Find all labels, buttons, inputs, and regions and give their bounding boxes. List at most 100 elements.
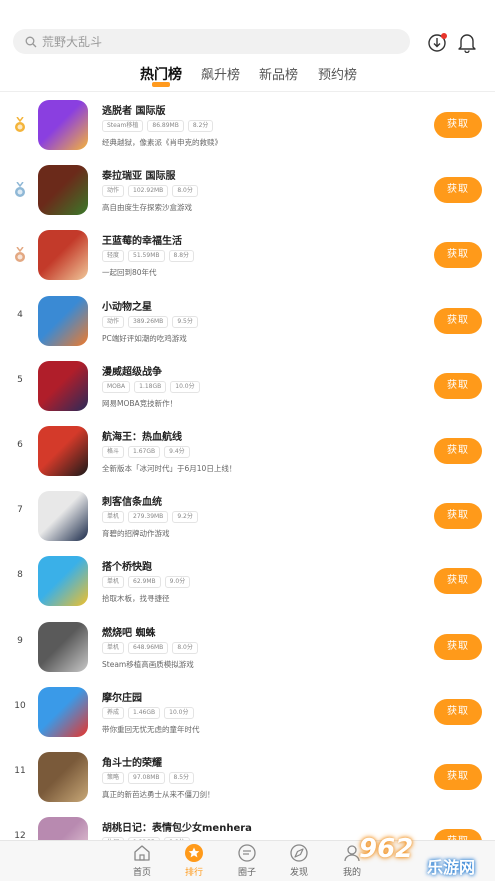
nav-ranking-label: 排行 [184,868,203,878]
game-row[interactable]: 9 燃烧吧 蜘蛛 单机 648.96MB 8.0分 Steam移植高画质模拟游戏 获取 [0,614,495,679]
game-tags: 格斗 1.67GB 9.4分 [102,446,194,458]
game-description: 带你重回无忧无虑的童年时代 [102,724,200,734]
game-icon[interactable] [38,360,88,411]
game-icon[interactable] [38,100,88,150]
ranking-star-icon [185,844,203,862]
game-name[interactable]: 燃烧吧 蜘蛛 [102,624,155,639]
game-row[interactable]: 王蓝莓的幸福生活轻度 51.59MB 8.8分 一起回到80年代 获取 [0,222,495,287]
get-button[interactable]: 获取 [434,307,482,334]
rank-number: 11 [14,766,26,776]
get-button[interactable]: 获取 [434,698,482,725]
get-button[interactable]: 获取 [434,438,482,464]
nav-discover-label: 发现 [289,868,308,878]
game-row[interactable]: 5 漫威超级战争 MOBA 1.18GB 10.0分 网易MOBA竞技新作！ 获取 [0,353,495,418]
game-icon[interactable] [38,556,88,607]
game-tag: 62.9MB [128,576,161,589]
game-name[interactable]: 泰拉瑞亚 国际服 [102,167,175,182]
get-button[interactable]: 获取 [434,633,482,660]
game-icon[interactable] [38,686,88,737]
rank-number: 10 [14,700,26,711]
game-name[interactable]: 角斗士的荣耀 [102,754,162,769]
game-tag: 648.96MB [128,641,169,654]
get-button[interactable]: 获取 [434,764,482,790]
nav-ranking[interactable]: 排行 [164,843,224,878]
game-icon[interactable] [38,491,88,542]
nav-community-label: 圈子 [237,868,256,878]
game-icon[interactable] [38,295,88,346]
game-tag: 动作 [102,315,125,328]
game-name[interactable]: 航海王：热血航线 [102,428,182,443]
game-description: 经典越狱，像素派《肖申克的救赎》 [102,138,222,147]
game-name[interactable]: 摩尔庄园 [102,689,142,704]
game-row[interactable]: 逃脱者 国际版 Steam移植 86.89MB 8.2分 经典越狱，像素派《肖申克的救赎… [0,92,495,157]
game-tag: 279.39MB [128,511,169,524]
search-placeholder: 荒野大乱斗 [42,35,103,49]
game-name[interactable]: 小动物之星 [102,298,152,313]
download-manager-icon[interactable] [427,31,449,53]
nav-home[interactable]: 首页 [112,843,172,878]
game-tags: 养成 1.46GB 10.0分 [102,706,198,719]
game-row[interactable]: 8 搭个桥快跑单机 62.9MB 9.0分拾取木板，找寻捷径 获取 [0,548,495,613]
get-button[interactable]: 获取 [434,568,482,595]
search-bar[interactable]: 荒野大乱斗 [13,29,410,54]
rank-number: 8 [17,570,23,581]
community-icon [238,844,256,862]
game-tag: 9.5分 [172,315,198,328]
game-tags: Steam移植 86.89MB 8.2分 [102,120,217,132]
game-tag: 102.92MB [128,185,169,198]
game-name[interactable]: 胡桃日记：表情包少女menhera [102,819,252,834]
tab-rising[interactable]: 飙升榜 [201,64,240,83]
game-tag: 动作 [102,185,125,198]
game-tag: 10.0分 [164,706,194,719]
game-name[interactable]: 漫威超级战争 [102,363,162,378]
notification-bell-icon[interactable] [457,31,477,53]
game-tag: 51.59MB [128,250,165,263]
game-row[interactable]: 7 刺客信条血统 单机 279.39MB 9.2分 育碧的招牌动作游戏 获取 [0,483,495,548]
watermark-number: 962 [359,834,414,864]
game-tag: 8.5分 [168,772,195,784]
game-description: 真正的新芭达勇士从来不僵刀剑！ [102,790,215,799]
get-button[interactable]: 获取 [434,112,482,138]
game-row[interactable]: 4 小动物之星 动作 389.26MB 9.5分 PC端好评如潮的吃鸡游戏 获取 [0,288,495,353]
game-row[interactable]: 10 摩尔庄园 养成 1.46GB 10.0分 带你重回无忧无虑的童年时代 获取 [0,679,495,744]
game-tag: 1.46GB [128,706,161,719]
rank-number: 5 [17,374,23,385]
game-icon[interactable] [38,230,88,281]
game-tags: MOBA 1.18GB 10.0分 [102,380,204,393]
game-tag: 9.2分 [172,511,198,524]
game-row[interactable]: 泰拉瑞亚 国际服 动作 102.92MB 8.0分 高自由度生存探索沙盒游戏 获取 [0,157,495,222]
top-bar: 荒野大乱斗 [0,0,495,60]
game-tags: 轻度 51.59MB 8.8分 [102,250,198,263]
get-button[interactable]: 获取 [434,177,482,204]
tab-hot[interactable]: 热门榜 [140,64,182,84]
game-tag: 单机 [102,576,125,589]
game-tag: 9.4分 [164,446,190,458]
game-tag: 9.0分 [164,576,191,589]
game-row[interactable]: 6 航海王：热血航线 格斗 1.67GB 9.4分 全新版本「冰河时代」于6月10日上线！… [0,418,495,483]
game-icon[interactable] [38,752,88,802]
nav-discover[interactable]: 发现 [269,843,329,878]
get-button[interactable]: 获取 [434,503,482,530]
nav-community[interactable]: 圈子 [217,843,277,878]
silver-medal-icon [15,182,25,198]
get-button[interactable]: 获取 [434,242,482,269]
game-description: 拾取木板，找寻捷径 [102,594,170,604]
game-name[interactable]: 搭个桥快跑 [102,558,152,573]
game-row[interactable]: 11 角斗士的荣耀 策略 97.08MB 8.5分 真正的新芭达勇士从来不僵刀剑！ 获取 [0,744,495,809]
game-icon[interactable] [38,165,88,216]
game-description: 全新版本「冰河时代」于6月10日上线！ [102,464,237,473]
game-icon[interactable] [38,621,88,672]
game-icon[interactable] [38,426,88,476]
get-button[interactable]: 获取 [434,372,482,399]
active-tab-indicator [152,82,170,87]
game-name[interactable]: 王蓝莓的幸福生活 [102,232,182,247]
game-tag: 养成 [102,706,125,719]
game-description: 一起回到80年代 [102,268,157,278]
game-name[interactable]: 刺客信条血统 [102,493,162,508]
game-tag: 格斗 [102,446,125,458]
game-tag: 8.2分 [187,120,214,132]
game-name[interactable]: 逃脱者 国际版 [102,102,165,117]
tab-new[interactable]: 新品榜 [259,64,298,83]
tab-preorder[interactable]: 预约榜 [318,64,357,83]
game-tag: Steam移植 [102,120,144,132]
